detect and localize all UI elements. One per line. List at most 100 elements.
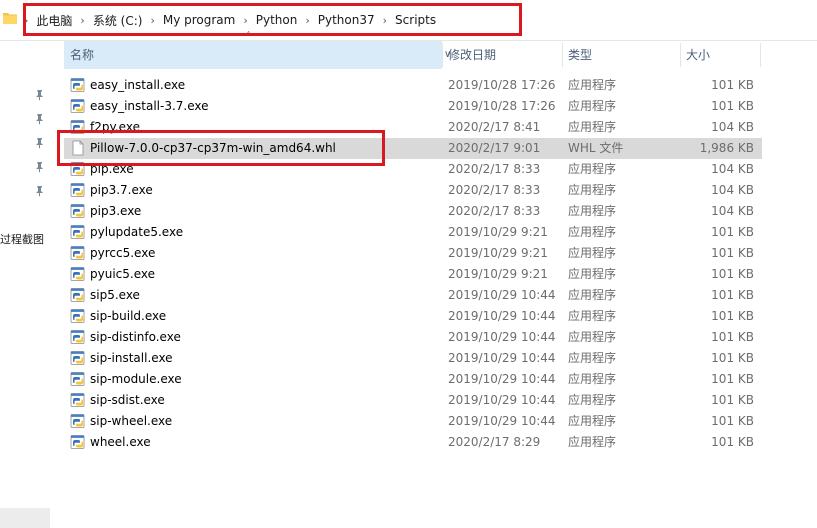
file-row[interactable]: sip-wheel.exe 2019/10/29 10:44 应用程序 101 KB [64,411,762,432]
pin-icon[interactable] [34,113,46,125]
breadcrumb-item[interactable]: Python [250,13,304,27]
file-size: 104 KB [711,162,754,176]
chevron-right-icon[interactable]: › [303,14,311,27]
file-date: 2019/10/28 17:26 [448,78,556,92]
file-name: sip-module.exe [90,372,182,386]
breadcrumb-item[interactable]: 此电脑 [30,12,78,29]
file-row[interactable]: sip-sdist.exe 2019/10/29 10:44 应用程序 101 KB [64,390,762,411]
file-row[interactable]: pyuic5.exe 2019/10/29 9:21 应用程序 101 KB [64,264,762,285]
file-date: 2019/10/29 10:44 [448,414,556,428]
breadcrumb: › 此电脑 › 系统 (C:) › My program › Python › … [22,11,442,29]
file-row[interactable]: easy_install.exe 2019/10/28 17:26 应用程序 101 … [64,75,762,96]
file-date: 2020/2/17 8:33 [448,183,541,197]
python-exe-icon [70,266,86,282]
file-type: 应用程序 [568,435,617,449]
address-bar[interactable]: › 此电脑 › 系统 (C:) › My program › Python › … [0,0,817,41]
file-type: 应用程序 [568,309,617,323]
file-type: 应用程序 [568,183,617,197]
file-row[interactable]: pyrcc5.exe 2019/10/29 9:21 应用程序 101 KB [64,243,762,264]
file-name: sip5.exe [90,288,140,302]
python-exe-icon [70,434,86,450]
nav-item-label[interactable]: 过程截图 [0,231,44,247]
file-type: 应用程序 [568,372,617,386]
file-type: 应用程序 [568,267,617,281]
blank-file-icon [70,140,86,156]
file-row[interactable]: sip-build.exe 2019/10/29 10:44 应用程序 101 KB [64,306,762,327]
file-type: 应用程序 [568,162,617,176]
breadcrumb-item[interactable]: 系统 (C:) [87,12,149,29]
breadcrumb-item[interactable]: My program [157,13,242,27]
file-row[interactable]: sip-install.exe 2019/10/29 10:44 应用程序 101 K… [64,348,762,369]
file-row[interactable]: pylupdate5.exe 2019/10/29 9:21 应用程序 101 KB [64,222,762,243]
file-date: 2019/10/29 10:44 [448,309,556,323]
pin-icon[interactable] [34,137,46,149]
column-divider[interactable] [760,43,761,67]
file-row[interactable]: pip.exe 2020/2/17 8:33 应用程序 104 KB [64,159,762,180]
python-exe-icon [70,287,86,303]
file-type: 应用程序 [568,204,617,218]
file-row[interactable]: wheel.exe 2020/2/17 8:29 应用程序 101 KB [64,432,762,453]
file-name: pip3.exe [90,204,142,218]
python-exe-icon [70,161,86,177]
file-date: 2019/10/29 10:44 [448,351,556,365]
python-exe-icon [70,119,86,135]
pin-icon[interactable] [34,185,46,197]
column-header-date[interactable]: 修改日期 [442,41,562,69]
file-row[interactable]: pip3.exe 2020/2/17 8:33 应用程序 104 KB [64,201,762,222]
file-row[interactable]: sip-module.exe 2019/10/29 10:44 应用程序 101 KB [64,369,762,390]
file-name: wheel.exe [90,435,151,449]
file-row[interactable]: f2py.exe 2020/2/17 8:41 应用程序 104 KB [64,117,762,138]
column-header-type[interactable]: 类型 [562,41,680,69]
python-exe-icon [70,224,86,240]
chevron-right-icon[interactable]: › [241,14,249,27]
chevron-right-icon[interactable]: › [22,14,30,27]
python-exe-icon [70,98,86,114]
pin-icon[interactable] [34,161,46,173]
column-header-type-label: 类型 [568,48,593,62]
file-row[interactable]: sip-distinfo.exe 2019/10/29 10:44 应用程序 101 … [64,327,762,348]
file-size: 101 KB [711,351,754,365]
file-name: sip-build.exe [90,309,167,323]
file-type: 应用程序 [568,225,617,239]
column-header-name[interactable]: 名称 ∨ [64,41,451,69]
file-type: 应用程序 [568,246,617,260]
file-size: 101 KB [711,393,754,407]
python-exe-icon [70,203,86,219]
python-exe-icon [70,182,86,198]
file-size: 101 KB [711,435,754,449]
file-date: 2020/2/17 8:41 [448,120,541,134]
file-name: pip3.7.exe [90,183,153,197]
column-header-size[interactable]: 大小 [680,41,760,69]
navigation-pane: 过程截图 [0,41,50,528]
file-date: 2019/10/29 9:21 [448,246,548,260]
file-row[interactable]: Pillow-7.0.0-cp37-cp37m-win_amd64.whl 202… [64,138,762,159]
file-size: 101 KB [711,225,754,239]
pin-icon[interactable] [34,89,46,101]
file-name: pylupdate5.exe [90,225,184,239]
file-size: 101 KB [711,267,754,281]
chevron-right-icon[interactable]: › [381,14,389,27]
chevron-right-icon[interactable]: › [78,14,86,27]
column-header-name-label: 名称 [70,48,95,62]
file-type: 应用程序 [568,288,617,302]
file-row[interactable]: pip3.7.exe 2020/2/17 8:33 应用程序 104 KB [64,180,762,201]
python-exe-icon [70,392,86,408]
file-size: 101 KB [711,78,754,92]
file-row[interactable]: easy_install-3.7.exe 2019/10/28 17:26 应用程序… [64,96,762,117]
file-date: 2019/10/29 10:44 [448,288,556,302]
column-header-date-label: 修改日期 [448,48,497,62]
file-type: 应用程序 [568,78,617,92]
python-exe-icon [70,329,86,345]
file-list: easy_install.exe 2019/10/28 17:26 应用程序 101 … [64,75,762,453]
file-size: 101 KB [711,288,754,302]
breadcrumb-item[interactable]: Python37 [312,13,381,27]
chevron-right-icon[interactable]: › [148,14,156,27]
breadcrumb-item[interactable]: Scripts [389,13,442,27]
python-exe-icon [70,308,86,324]
file-date: 2019/10/29 10:44 [448,330,556,344]
file-size: 104 KB [711,183,754,197]
file-type: 应用程序 [568,351,617,365]
file-row[interactable]: sip5.exe 2019/10/29 10:44 应用程序 101 KB [64,285,762,306]
file-type: 应用程序 [568,120,617,134]
nav-pane-footer [0,508,50,528]
